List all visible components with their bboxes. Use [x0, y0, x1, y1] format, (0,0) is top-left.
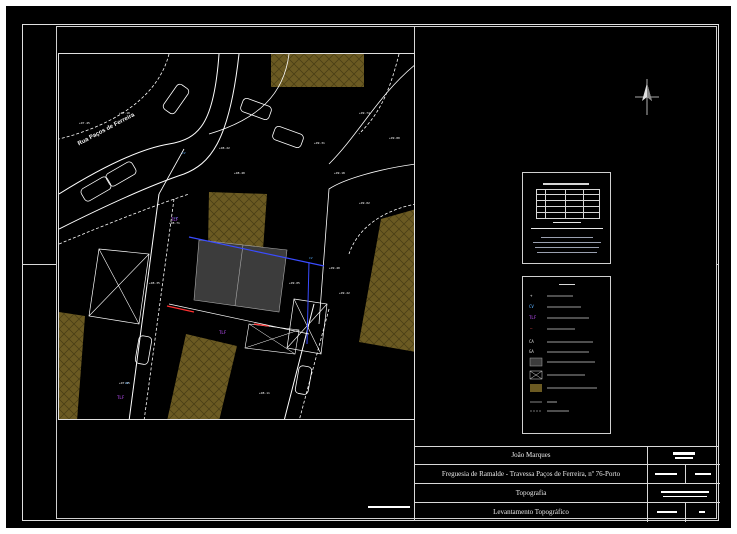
svg-text:CV: CV	[182, 151, 186, 155]
svg-text:+99.02: +99.02	[359, 201, 370, 205]
svg-text:+99.80: +99.80	[389, 136, 400, 140]
legend-panel: + CV TLF — CA GA	[522, 276, 611, 434]
building-right	[359, 209, 414, 352]
existing-building	[193, 239, 288, 313]
svg-text:+99.74: +99.74	[359, 111, 370, 115]
svg-text:CV: CV	[309, 256, 313, 260]
coordinates-table	[536, 189, 600, 219]
svg-text:+99.22: +99.22	[339, 291, 350, 295]
svg-text:GA: GA	[529, 349, 534, 354]
north-arrow-icon	[635, 79, 659, 115]
svg-text:CV: CV	[125, 381, 129, 385]
svg-text:TLF: TLF	[529, 315, 537, 320]
title-block: João Marques Freguesia de Ramalde - Trav…	[414, 446, 720, 522]
fold-line-right	[717, 264, 719, 265]
logo-block	[673, 452, 695, 455]
building-top	[271, 54, 364, 87]
project-location: Freguesia de Ramalde - Travessa Paços de…	[441, 470, 621, 478]
svg-text:+98.11: +98.11	[259, 391, 270, 395]
svg-text:+98.35: +98.35	[149, 281, 160, 285]
discipline: Topografia	[515, 489, 547, 497]
svg-text:+99.05: +99.05	[289, 281, 300, 285]
fold-line-left	[22, 264, 56, 265]
svg-text:+98.40: +98.40	[234, 171, 245, 175]
coordinates-panel	[522, 172, 611, 264]
drawing-title: Levantamento Topográfico	[493, 508, 569, 516]
svg-text:TLF: TLF	[219, 330, 227, 335]
drawing-canvas: +97.45 +97.10 +98.22 +98.40 +99.31 +99.18 +…	[6, 6, 731, 528]
building-bottom	[167, 334, 237, 419]
svg-text:+98.22: +98.22	[219, 146, 230, 150]
svg-text:TLF: TLF	[171, 217, 179, 222]
client-name: João Marques	[511, 451, 551, 459]
svg-text:+: +	[530, 293, 533, 298]
svg-text:CV: CV	[529, 304, 534, 309]
svg-text:—: —	[530, 326, 533, 331]
scale-bar	[368, 506, 410, 508]
site-map: +97.45 +97.10 +98.22 +98.40 +99.31 +99.18 +…	[58, 53, 415, 420]
legend-existing-swatch	[529, 357, 543, 367]
svg-text:+99.40: +99.40	[329, 266, 340, 270]
svg-text:CA: CA	[529, 339, 534, 344]
svg-text:+99.31: +99.31	[314, 141, 325, 145]
svg-text:+99.18: +99.18	[334, 171, 345, 175]
legend-building-swatch	[530, 384, 542, 392]
map-linework: +97.45+97.10 +98.22+98.40 +99.31+99.18 +…	[59, 54, 414, 419]
boundary-red	[166, 305, 195, 313]
svg-text:TLF: TLF	[117, 395, 125, 400]
building-left	[59, 312, 85, 419]
svg-text:+97.45: +97.45	[79, 121, 90, 125]
